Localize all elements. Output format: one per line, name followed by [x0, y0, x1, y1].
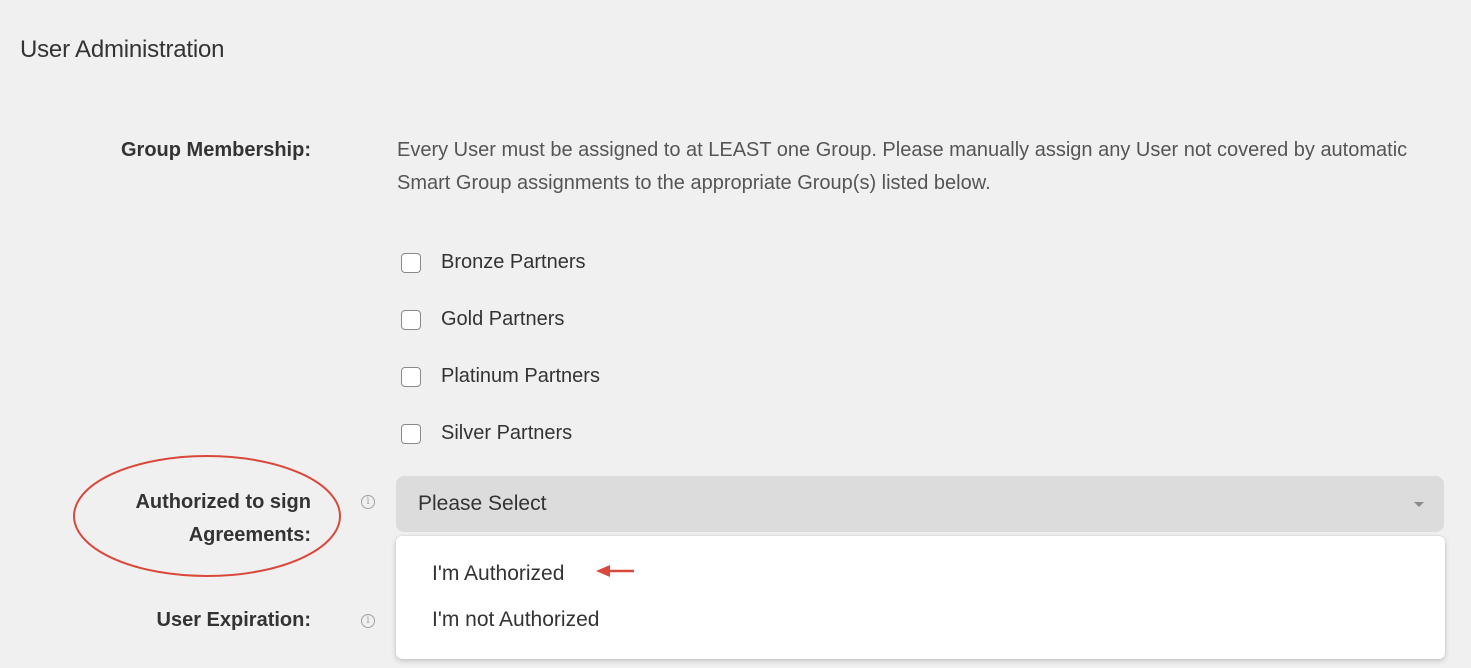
group-option-platinum[interactable]: Platinum Partners: [401, 348, 600, 405]
user-admin-page: User Administration Group Membership: Ev…: [0, 0, 1471, 668]
group-option-gold[interactable]: Gold Partners: [401, 291, 600, 348]
info-icon[interactable]: i: [361, 614, 375, 628]
info-icon[interactable]: i: [361, 495, 375, 509]
group-option-label: Gold Partners: [441, 308, 565, 330]
group-membership-description: Every User must be assigned to at LEAST …: [397, 139, 1408, 194]
option-not-authorized[interactable]: I'm not Authorized: [432, 605, 599, 635]
authorized-select[interactable]: Please Select: [396, 476, 1444, 532]
checkbox[interactable]: [401, 252, 421, 273]
group-option-silver[interactable]: Silver Partners: [401, 405, 600, 462]
checkbox[interactable]: [401, 366, 421, 387]
option-authorized[interactable]: I'm Authorized: [432, 559, 564, 589]
group-option-bronze[interactable]: Bronze Partners: [401, 234, 600, 291]
group-option-label: Bronze Partners: [441, 251, 586, 273]
checkbox[interactable]: [401, 309, 421, 330]
checkbox[interactable]: [401, 423, 421, 444]
group-option-label: Platinum Partners: [441, 365, 600, 387]
annotation-ellipse: [73, 455, 341, 577]
group-membership-label: Group Membership:: [120, 139, 311, 161]
chevron-down-icon: [1414, 502, 1424, 507]
annotation-arrow-icon: [596, 565, 634, 577]
section-title: User Administration: [20, 36, 225, 63]
authorized-dropdown-menu: I'm Authorized I'm not Authorized: [396, 536, 1445, 659]
group-checklist: Bronze Partners Gold Partners Platinum P…: [401, 234, 600, 462]
group-option-label: Silver Partners: [441, 422, 573, 444]
select-value: Please Select: [418, 492, 547, 515]
user-expiration-label: User Expiration:: [156, 609, 311, 631]
